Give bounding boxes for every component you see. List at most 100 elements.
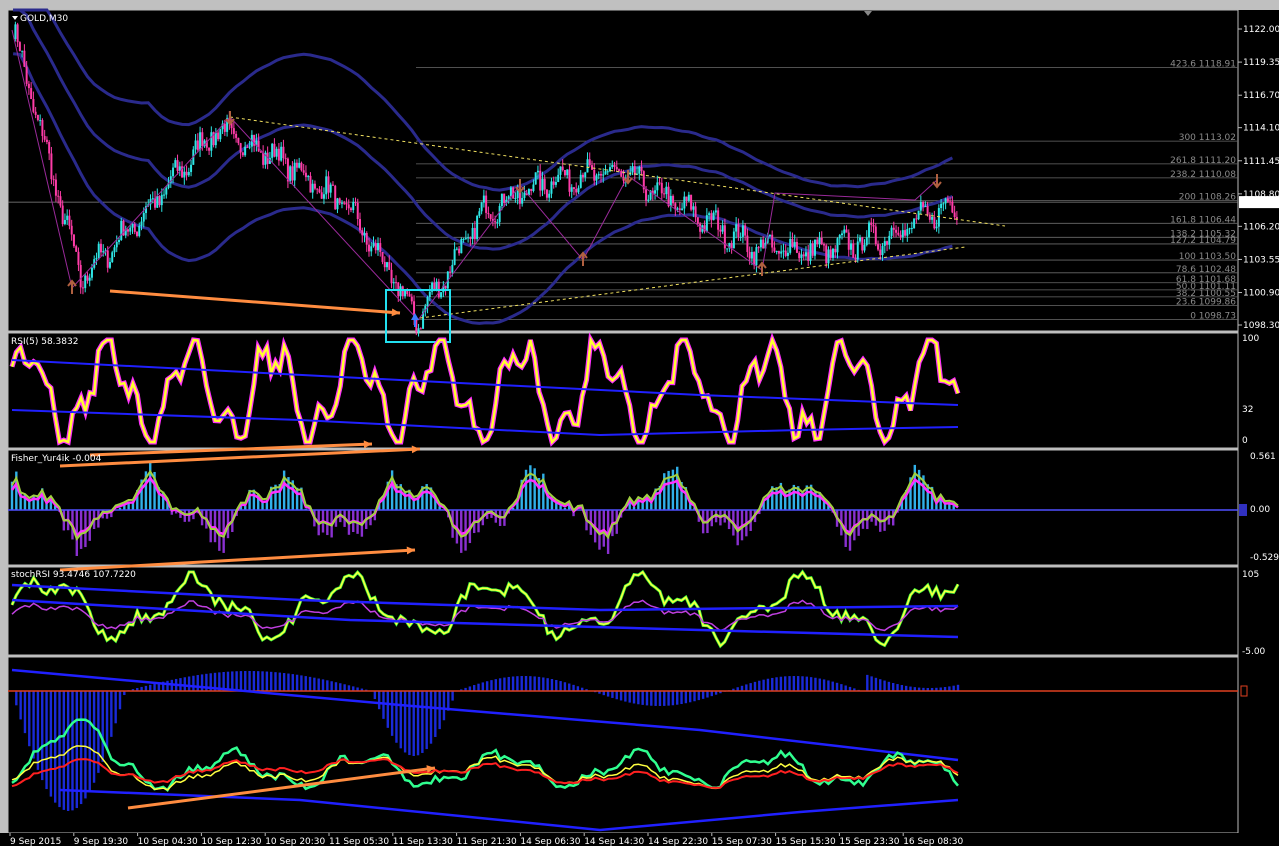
bottom-histogram-bar	[244, 671, 247, 691]
candle-body	[681, 208, 684, 210]
candle-body	[906, 229, 909, 236]
bottom-histogram-bar	[347, 685, 351, 691]
candle-body	[160, 194, 163, 206]
candle-body	[372, 243, 375, 247]
candle-body	[363, 232, 366, 236]
candle-body	[327, 176, 330, 193]
candle-body	[793, 241, 796, 247]
candle-body	[800, 254, 803, 259]
candle-body	[834, 248, 837, 253]
candle-body	[748, 252, 751, 259]
stoch-tick-label: -5.00	[1242, 647, 1266, 657]
bottom-histogram-bar	[628, 691, 631, 703]
candle-body	[388, 262, 391, 270]
bottom-histogram-bar	[265, 671, 269, 691]
candle-body	[500, 193, 503, 207]
candle-body	[117, 239, 120, 243]
candle-body	[548, 193, 551, 198]
bottom-histogram-bar	[434, 691, 437, 737]
candle-body	[34, 111, 37, 115]
candle-body	[678, 208, 681, 210]
candle-body	[908, 228, 911, 230]
bottom-histogram-bar	[481, 682, 485, 691]
bottom-histogram-bar	[520, 676, 523, 691]
candle-body	[307, 175, 310, 178]
candle-body	[480, 202, 483, 212]
candle-body	[322, 194, 325, 199]
bottom-histogram-bar	[252, 671, 256, 691]
candle-body	[856, 241, 859, 260]
bottom-histogram-bar	[701, 691, 705, 699]
candle-body	[478, 211, 481, 216]
candle-body	[199, 132, 202, 150]
bottom-histogram-bar	[330, 681, 333, 691]
candle-body	[379, 243, 382, 253]
bottom-histogram-bar	[904, 685, 908, 691]
candle-body	[944, 198, 947, 204]
rsi-tick-label: 100	[1242, 334, 1259, 344]
price-tick-label: 1119.35	[1243, 58, 1279, 68]
bottom-histogram-bar	[23, 691, 27, 734]
candle-body	[241, 152, 244, 156]
candle-body	[239, 143, 242, 153]
candle-body	[613, 164, 616, 167]
bottom-histogram-bar	[192, 675, 195, 691]
price-tick-label: 1122.00	[1243, 25, 1279, 35]
candle-body	[741, 225, 744, 237]
candle-body	[476, 215, 479, 240]
chart-canvas[interactable]: GOLD,M30 RSI(5) 58.3832 Fisher_Yur4ik -0…	[0, 0, 1279, 846]
bottom-histogram-bar	[395, 691, 398, 743]
candle-body	[611, 164, 614, 168]
bottom-histogram-bar	[226, 671, 230, 691]
candle-body	[768, 234, 771, 237]
candle-body	[90, 267, 93, 278]
candle-body	[913, 218, 916, 228]
bottom-histogram-bar	[442, 691, 446, 721]
bottom-histogram-bar	[866, 674, 869, 691]
bottom-histogram-bar	[144, 685, 148, 691]
candle-body	[43, 135, 46, 140]
time-tick-label: 14 Sep 14:30	[584, 837, 644, 846]
candle-body	[14, 24, 17, 39]
candle-body	[293, 162, 296, 181]
candle-body	[120, 220, 123, 240]
candle-body	[532, 184, 535, 191]
bottom-histogram-bar	[874, 677, 878, 691]
candle-body	[126, 229, 129, 232]
candle-body	[575, 188, 578, 193]
candle-body	[865, 237, 868, 245]
candle-body	[401, 286, 404, 297]
candle-body	[464, 237, 467, 239]
candle-body	[683, 196, 686, 209]
candle-body	[494, 221, 497, 223]
bottom-histogram-bar	[326, 680, 329, 691]
candle-body	[381, 252, 384, 262]
bottom-histogram-bar	[615, 691, 618, 700]
bottom-histogram-bar	[658, 691, 662, 706]
bottom-histogram-bar	[287, 673, 290, 691]
candle-body	[54, 179, 57, 196]
bottom-histogram-bar	[71, 691, 74, 811]
candle-body	[158, 195, 161, 206]
candle-body	[88, 277, 91, 281]
candle-body	[955, 217, 958, 219]
bottom-histogram-bar	[105, 691, 109, 750]
candle-body	[595, 175, 598, 181]
candle-body	[572, 187, 575, 189]
bottom-histogram-bar	[896, 684, 899, 691]
bottom-histogram-bar	[632, 691, 636, 704]
candle-body	[694, 206, 697, 218]
bottom-histogram-bar	[766, 678, 770, 691]
bottom-histogram-bar	[822, 679, 826, 691]
bottom-histogram-bar	[637, 691, 640, 705]
candle-body	[786, 252, 789, 256]
candle-body	[874, 226, 877, 245]
candle-body	[262, 152, 265, 165]
candle-body	[654, 190, 657, 194]
candle-body	[108, 262, 111, 268]
candle-body	[951, 201, 954, 213]
bottom-histogram-bar	[153, 683, 156, 691]
fisher-histogram-bar	[213, 510, 217, 543]
candle-body	[79, 264, 82, 288]
candle-body	[435, 281, 438, 290]
